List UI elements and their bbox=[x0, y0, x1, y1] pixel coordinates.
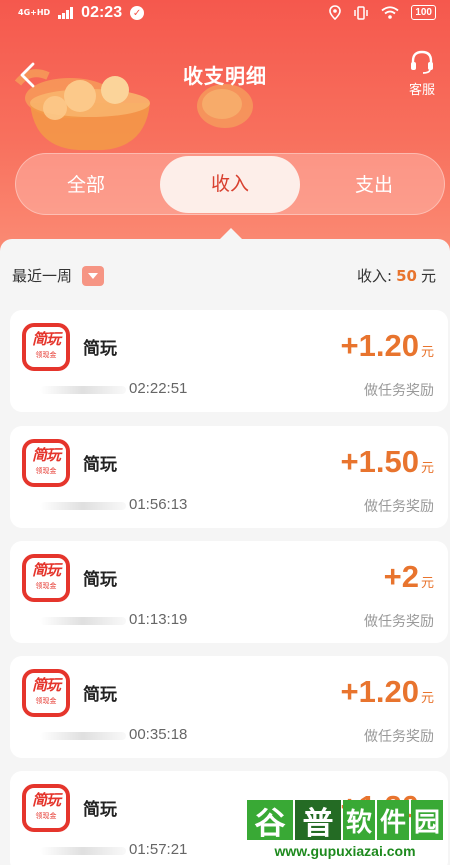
tab-bar: 全部 收入 支出 bbox=[15, 153, 445, 215]
app-icon: 简玩 领现金 bbox=[22, 323, 70, 371]
site-watermark: 谷 普 软 件 园 www.gupuxiazai.com bbox=[247, 800, 447, 862]
chevron-down-icon[interactable] bbox=[82, 265, 105, 286]
record-time: 01:13:19 bbox=[129, 611, 188, 628]
record-app-name: 简玩 bbox=[83, 455, 117, 475]
record-description: 做任务奖励 bbox=[364, 614, 434, 630]
income-total-label: 收入: bbox=[357, 267, 393, 285]
record-app-name: 简玩 bbox=[83, 800, 117, 820]
income-total-unit: 元 bbox=[420, 267, 436, 285]
location-icon bbox=[329, 5, 342, 20]
vibrate-icon bbox=[354, 5, 369, 20]
record-app-name: 简玩 bbox=[83, 339, 117, 359]
headset-icon bbox=[411, 50, 433, 74]
redacted-date bbox=[40, 732, 126, 740]
record-time: 02:22:51 bbox=[129, 380, 188, 397]
income-total: 收入: 50 元 bbox=[357, 265, 436, 286]
record-description: 做任务奖励 bbox=[364, 383, 434, 399]
app-icon: 简玩 领现金 bbox=[22, 554, 70, 602]
record-card[interactable]: 简玩 领现金 简玩 +1.20 元 02:22:51 做任务奖励 bbox=[10, 310, 448, 412]
wifi-icon bbox=[381, 6, 399, 19]
watermark-char: 普 bbox=[295, 800, 341, 842]
record-description: 做任务奖励 bbox=[364, 729, 434, 745]
app-icon: 简玩 领现金 bbox=[22, 439, 70, 487]
record-time: 00:35:18 bbox=[129, 726, 188, 743]
watermark-url: www.gupuxiazai.com bbox=[247, 842, 443, 861]
page-title: 收支明细 bbox=[183, 64, 267, 88]
record-time: 01:57:21 bbox=[129, 841, 188, 858]
record-description: 做任务奖励 bbox=[364, 499, 434, 515]
watermark-char: 谷 bbox=[247, 800, 293, 842]
record-card[interactable]: 简玩 领现金 简玩 +2 元 01:13:19 做任务奖励 bbox=[10, 541, 448, 643]
signal-icon bbox=[58, 7, 74, 19]
period-filter-label: 最近一周 bbox=[12, 267, 73, 285]
app-icon: 简玩 领现金 bbox=[22, 669, 70, 717]
record-amount: +1.20元 bbox=[340, 674, 434, 709]
period-filter[interactable]: 最近一周 bbox=[12, 265, 105, 286]
network-indicator: 4G+HD bbox=[18, 8, 51, 17]
battery-indicator: 100 bbox=[411, 5, 436, 20]
record-card[interactable]: 简玩 领现金 简玩 +1.50 元 01:56:13 做任务奖励 bbox=[10, 426, 448, 528]
record-card[interactable]: 简玩 领现金 简玩 +1.20 元 00:35:18 做任务奖励 bbox=[10, 656, 448, 758]
tab-expense[interactable]: 支出 bbox=[304, 154, 444, 216]
customer-service-button[interactable]: 客服 bbox=[402, 50, 442, 98]
redacted-date bbox=[40, 847, 126, 855]
watermark-char: 软 bbox=[343, 800, 375, 840]
tab-all[interactable]: 全部 bbox=[16, 154, 156, 216]
active-tab-pointer bbox=[220, 228, 242, 239]
record-app-name: 简玩 bbox=[83, 685, 117, 705]
records-panel: 最近一周 收入: 50 元 简玩 领现金 简玩 +1.20 元 02:22:51 做任务… bbox=[0, 239, 450, 865]
redacted-date bbox=[40, 617, 126, 625]
record-amount: +2 元 bbox=[383, 559, 434, 594]
check-icon: ✓ bbox=[130, 6, 145, 20]
customer-service-label: 客服 bbox=[408, 83, 435, 98]
app-icon: 简玩 领现金 bbox=[22, 784, 70, 832]
watermark-char: 园 bbox=[411, 800, 443, 840]
watermark-char: 件 bbox=[377, 800, 409, 840]
redacted-date bbox=[40, 386, 126, 394]
status-bar: 4G+HD 02:23 ✓ 100 bbox=[0, 0, 450, 28]
record-time: 01:56:13 bbox=[129, 496, 188, 513]
redacted-date bbox=[40, 502, 126, 510]
header-background: 4G+HD 02:23 ✓ 100 收支明细 客服 全部 收入 支出 bbox=[0, 0, 450, 260]
record-amount: +1.20元 bbox=[340, 328, 434, 363]
income-total-amount: 50 bbox=[396, 267, 417, 285]
record-amount: +1.50 元 bbox=[340, 444, 434, 479]
tab-income[interactable]: 收入 bbox=[160, 156, 300, 213]
record-app-name: 简玩 bbox=[83, 570, 117, 590]
status-time: 02:23 bbox=[81, 4, 123, 21]
